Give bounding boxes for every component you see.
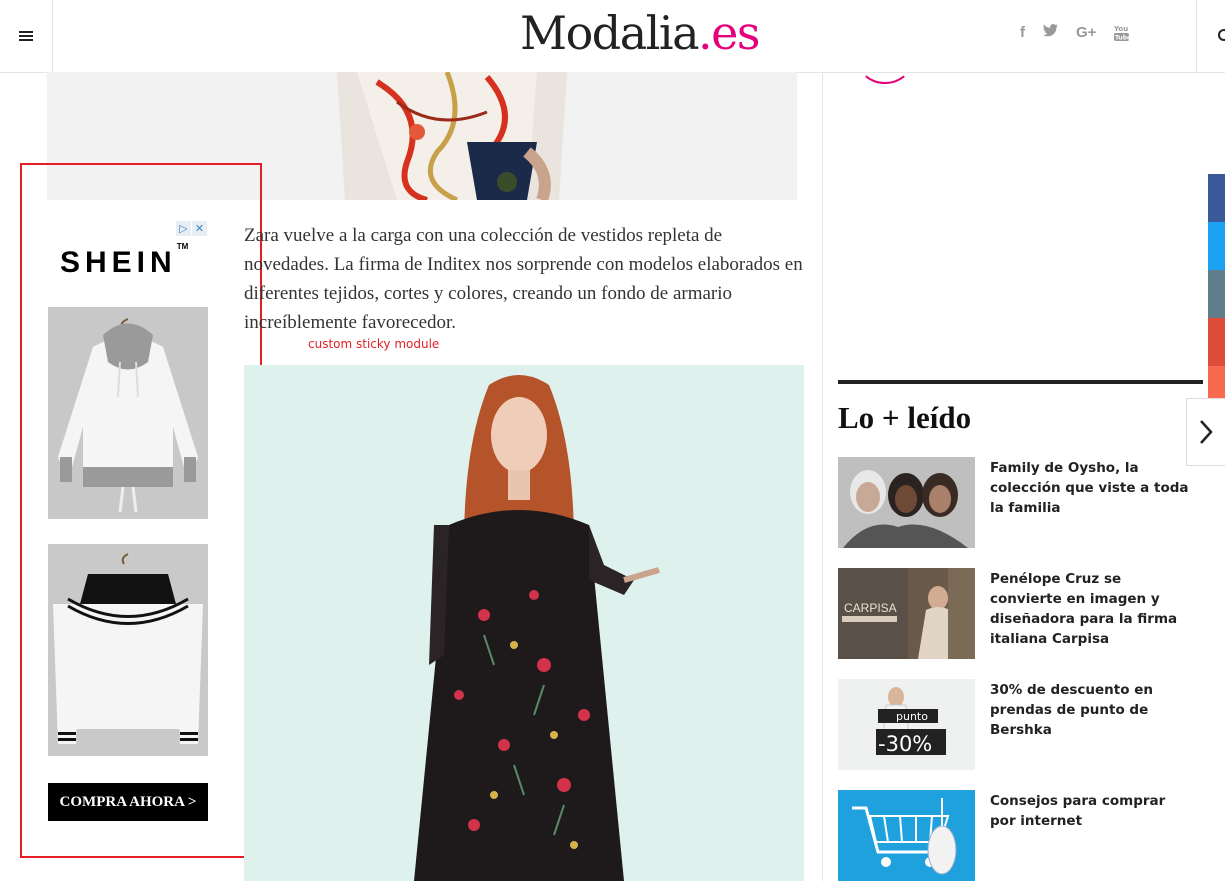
carpisa-text: CARPISA: [844, 601, 897, 615]
most-read-item[interactable]: Consejos para comprar por internet: [838, 790, 1203, 882]
share-facebook-button[interactable]: [1208, 174, 1225, 222]
ad-product-cold-shoulder-top[interactable]: [48, 544, 208, 756]
ad-choices: ▷ ✕: [176, 221, 207, 236]
chevron-right-icon: [1200, 420, 1213, 444]
buy-now-button[interactable]: COMPRA AHORA >: [48, 783, 208, 821]
share-twitter-button[interactable]: [1208, 222, 1225, 270]
floral-dress-model-image: [244, 365, 804, 881]
next-article-button[interactable]: [1186, 398, 1225, 466]
scarf-dress-illustration: [337, 72, 567, 200]
most-read-item-title: Consejos para comprar por internet: [990, 793, 1166, 829]
hoodie-image: [48, 307, 208, 519]
search-button[interactable]: [1196, 0, 1225, 72]
ad-product-hoodie[interactable]: [48, 307, 208, 519]
thumb-percent-text: -30%: [878, 732, 932, 756]
most-read-item-title: Family de Oysho, la colección que viste …: [990, 460, 1189, 516]
svg-text:You: You: [1114, 25, 1128, 33]
svg-text:Tube: Tube: [1115, 35, 1129, 42]
hamburger-icon: [19, 31, 33, 41]
search-icon: [1218, 29, 1225, 41]
sticky-module-label: custom sticky module: [308, 337, 440, 351]
most-read-title: Lo + leído: [838, 400, 972, 435]
site-header: Modalia.es f G+ You Tube: [0, 0, 1225, 73]
section-rule: [838, 380, 1203, 384]
most-read-thumb: [838, 790, 975, 881]
circle-remnant: [858, 40, 912, 84]
ad-info-icon[interactable]: ▷: [176, 221, 191, 236]
article-main-image: [244, 365, 804, 881]
most-read-thumb: [838, 457, 975, 548]
cold-shoulder-top-image: [48, 544, 208, 756]
most-read-item[interactable]: punto -30% 30% de descuento en prendas d…: [838, 679, 1203, 771]
youtube-icon[interactable]: You Tube: [1113, 24, 1131, 46]
most-read-item[interactable]: CARPISA Penélope Cruz se convierte en im…: [838, 568, 1203, 660]
ad-brand: SHEIN: [60, 246, 177, 279]
twitter-icon[interactable]: [1043, 24, 1058, 46]
sidebar-divider: [822, 72, 823, 881]
thumb-label-text: punto: [896, 710, 928, 723]
ad-close-icon[interactable]: ✕: [192, 221, 207, 236]
logo-main: Modalia: [520, 6, 700, 60]
article-intro: Zara vuelve a la carga con una colección…: [244, 225, 803, 333]
most-read-item[interactable]: Family de Oysho, la colección que viste …: [838, 457, 1203, 549]
shein-logo[interactable]: SHEINTM: [60, 242, 188, 280]
most-read-item-title: 30% de descuento en prendas de punto de …: [990, 682, 1153, 738]
logo-tld: .es: [698, 6, 760, 60]
facebook-icon[interactable]: f: [1020, 24, 1025, 46]
google-plus-icon[interactable]: G+: [1076, 24, 1096, 46]
most-read-thumb: CARPISA: [838, 568, 975, 659]
most-read-item-title: Penélope Cruz se convierte en imagen y d…: [990, 571, 1178, 647]
most-read-thumb: punto -30%: [838, 679, 975, 770]
share-google-button[interactable]: [1208, 318, 1225, 366]
hamburger-menu-button[interactable]: [0, 0, 53, 72]
floating-share-bar: [1208, 174, 1225, 414]
social-links: f G+ You Tube: [1020, 24, 1132, 46]
site-logo[interactable]: Modalia.es: [520, 6, 760, 60]
share-linkedin-button[interactable]: [1208, 270, 1225, 318]
